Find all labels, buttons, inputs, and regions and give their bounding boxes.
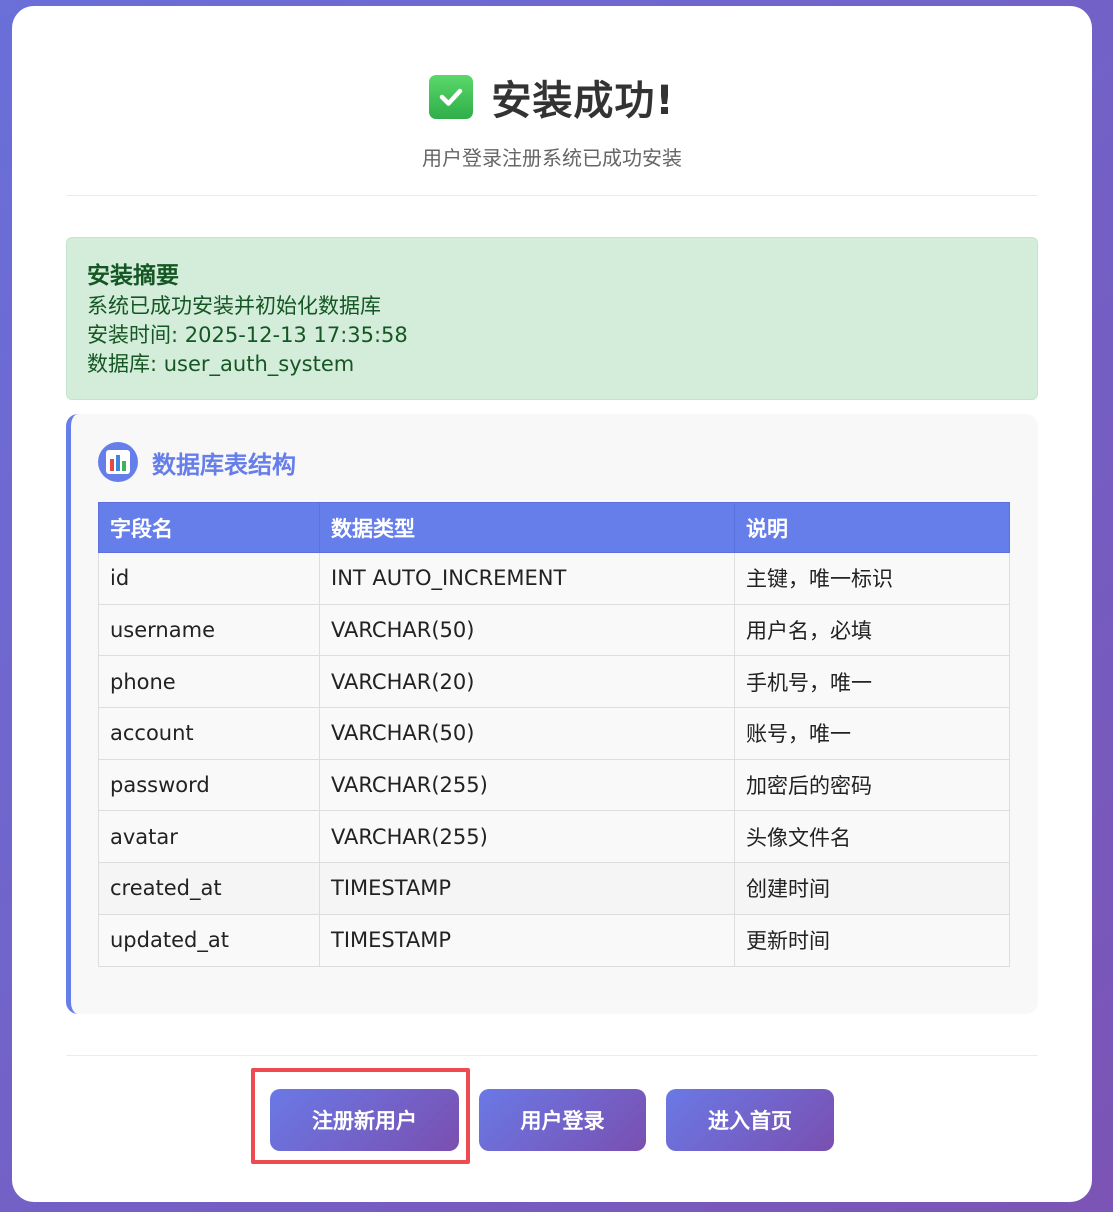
schema-section: 数据库表结构 字段名 数据类型 说明 id INT AUTO_INCREMENT…	[66, 414, 1038, 1014]
schema-title: 数据库表结构	[152, 450, 296, 479]
description-cell: 手机号，唯一	[734, 655, 1010, 709]
table-row: phone VARCHAR(20) 手机号，唯一	[98, 655, 1010, 709]
action-buttons: 注册新用户 用户登录 进入首页	[12, 1089, 1092, 1151]
login-button[interactable]: 用户登录	[479, 1089, 646, 1151]
table-row: id INT AUTO_INCREMENT 主键，唯一标识	[98, 552, 1010, 605]
data-type-cell: TIMESTAMP	[319, 862, 735, 915]
data-type-cell: VARCHAR(255)	[319, 758, 735, 812]
page-title: 安装成功!	[491, 78, 675, 124]
bar-chart-icon	[98, 442, 138, 482]
description-cell: 头像文件名	[734, 810, 1010, 864]
data-type-cell: VARCHAR(20)	[319, 655, 735, 709]
column-header-field: 字段名	[98, 502, 320, 553]
description-cell: 主键，唯一标识	[734, 552, 1010, 605]
data-type-cell: VARCHAR(50)	[319, 603, 735, 657]
header-divider	[66, 195, 1038, 196]
table-row: account VARCHAR(50) 账号，唯一	[98, 707, 1010, 760]
schema-table: 字段名 数据类型 说明 id INT AUTO_INCREMENT 主键，唯一标…	[98, 502, 1010, 967]
schema-header: 数据库表结构	[98, 442, 1012, 482]
check-mark-icon	[429, 75, 474, 119]
table-row: created_at TIMESTAMP 创建时间	[98, 862, 1010, 915]
description-cell: 创建时间	[734, 862, 1010, 915]
table-row: username VARCHAR(50) 用户名，必填	[98, 603, 1010, 657]
register-button-highlight	[251, 1068, 470, 1164]
data-type-cell: VARCHAR(50)	[319, 707, 735, 760]
field-name-cell: username	[98, 603, 320, 657]
summary-status: 系统已成功安装并初始化数据库	[87, 294, 381, 318]
column-header-type: 数据类型	[319, 502, 735, 553]
data-type-cell: TIMESTAMP	[319, 913, 735, 967]
field-name-cell: phone	[98, 655, 320, 709]
footer-divider	[66, 1055, 1038, 1056]
table-row: password VARCHAR(255) 加密后的密码	[98, 758, 1010, 812]
data-type-cell: VARCHAR(255)	[319, 810, 735, 864]
field-name-cell: account	[98, 707, 320, 760]
field-name-cell: avatar	[98, 810, 320, 864]
install-summary: 安装摘要 系统已成功安装并初始化数据库 安装时间: 2025-12-13 17:…	[66, 237, 1038, 400]
page-subtitle: 用户登录注册系统已成功安装	[422, 146, 682, 170]
column-header-description: 说明	[734, 502, 1010, 553]
table-header-row: 字段名 数据类型 说明	[98, 502, 1010, 553]
home-button[interactable]: 进入首页	[666, 1089, 834, 1151]
field-name-cell: id	[98, 552, 320, 605]
table-row: avatar VARCHAR(255) 头像文件名	[98, 810, 1010, 864]
title-row: 安装成功!	[12, 68, 1092, 126]
summary-install-time: 安装时间: 2025-12-13 17:35:58	[87, 323, 408, 347]
description-cell: 加密后的密码	[734, 758, 1010, 812]
description-cell: 用户名，必填	[734, 603, 1010, 657]
field-name-cell: password	[98, 758, 320, 812]
field-name-cell: updated_at	[98, 913, 320, 967]
header: 安装成功! 用户登录注册系统已成功安装	[12, 6, 1092, 171]
description-cell: 账号，唯一	[734, 707, 1010, 760]
summary-title: 安装摘要	[87, 263, 179, 289]
data-type-cell: INT AUTO_INCREMENT	[319, 552, 735, 605]
table-row: updated_at TIMESTAMP 更新时间	[98, 913, 1010, 967]
summary-database: 数据库: user_auth_system	[87, 352, 355, 376]
description-cell: 更新时间	[734, 913, 1010, 967]
install-success-card: 安装成功! 用户登录注册系统已成功安装 安装摘要 系统已成功安装并初始化数据库 …	[12, 6, 1092, 1202]
field-name-cell: created_at	[98, 862, 320, 915]
